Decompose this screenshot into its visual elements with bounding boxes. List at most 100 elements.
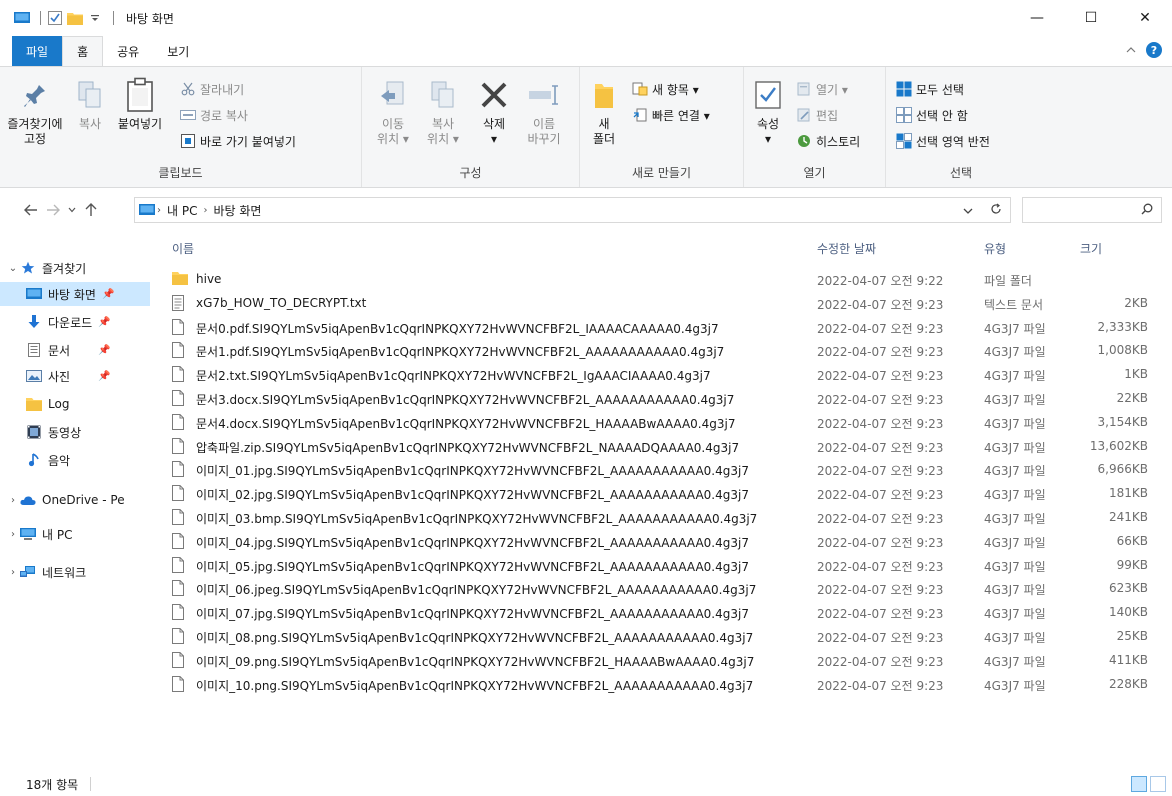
copy-to-button[interactable]: 복사 위치 ▾	[420, 75, 466, 147]
easy-access-button[interactable]: 빠른 연결 ▾	[632, 105, 710, 125]
column-header-name[interactable]: 이름	[172, 240, 194, 257]
file-name[interactable]: 문서2.txt.SI9QYLmSv5iqApenBv1cQqrINPKQXY72…	[196, 367, 711, 384]
breadcrumb-desktop[interactable]: 바탕 화면	[213, 202, 261, 219]
expand-chevron-icon[interactable]: ›	[6, 495, 20, 506]
file-name[interactable]: hive	[196, 272, 221, 286]
large-icons-view-icon[interactable]	[1150, 776, 1166, 792]
column-header-size[interactable]: 크기	[1080, 240, 1102, 257]
back-button[interactable]	[20, 198, 42, 222]
new-item-button[interactable]: 새 항목 ▾	[632, 79, 699, 99]
file-row[interactable]: 문서4.docx.SI9QYLmSv5iqApenBv1cQqrINPKQXY7…	[162, 411, 1162, 433]
tab-share[interactable]: 공유	[103, 36, 153, 66]
expand-chevron-icon[interactable]: ›	[6, 529, 20, 540]
file-name[interactable]: 이미지_08.png.SI9QYLmSv5iqApenBv1cQqrINPKQX…	[196, 629, 753, 646]
file-row[interactable]: 문서3.docx.SI9QYLmSv5iqApenBv1cQqrINPKQXY7…	[162, 387, 1162, 409]
breadcrumb-chevron-icon[interactable]: ›	[157, 205, 161, 216]
file-name[interactable]: 이미지_03.bmp.SI9QYLmSv5iqApenBv1cQqrINPKQX…	[196, 510, 757, 527]
file-row[interactable]: 문서0.pdf.SI9QYLmSv5iqApenBv1cQqrINPKQXY72…	[162, 316, 1162, 338]
expand-chevron-icon[interactable]: ⌄	[6, 263, 20, 274]
explorer-app-icon[interactable]	[14, 10, 30, 26]
file-name[interactable]: 이미지_01.jpg.SI9QYLmSv5iqApenBv1cQqrINPKQX…	[196, 462, 749, 479]
pin-icon[interactable]: 📌	[98, 317, 110, 328]
file-row[interactable]: 이미지_10.png.SI9QYLmSv5iqApenBv1cQqrINPKQX…	[162, 673, 1162, 695]
paste-button[interactable]: 붙여넣기	[112, 75, 168, 132]
address-dropdown-icon[interactable]	[954, 203, 982, 217]
refresh-icon[interactable]	[982, 203, 1010, 218]
properties-icon[interactable]	[47, 10, 63, 26]
tab-home[interactable]: 홈	[62, 36, 104, 66]
tab-file[interactable]: 파일	[12, 36, 63, 66]
copy-button[interactable]: 복사	[70, 75, 110, 132]
select-all-button[interactable]: 모두 선택	[896, 79, 964, 99]
maximize-button[interactable]: ☐	[1064, 0, 1118, 36]
file-name[interactable]: 문서4.docx.SI9QYLmSv5iqApenBv1cQqrINPKQXY7…	[196, 415, 735, 432]
nav-onedrive[interactable]: › OneDrive - Pe	[0, 488, 150, 512]
pin-to-quick-access-button[interactable]: 즐겨찾기에 고정	[6, 75, 64, 147]
address-bar[interactable]: › 내 PC › 바탕 화면	[134, 197, 1011, 223]
select-none-button[interactable]: 선택 안 함	[896, 105, 968, 125]
edit-button[interactable]: 편집	[796, 105, 838, 125]
pin-icon[interactable]: 📌	[98, 345, 110, 356]
nav-network[interactable]: › 네트워크	[0, 560, 150, 584]
properties-button[interactable]: 속성 ▾	[748, 75, 788, 147]
file-row[interactable]: 이미지_03.bmp.SI9QYLmSv5iqApenBv1cQqrINPKQX…	[162, 506, 1162, 528]
minimize-button[interactable]: —	[1010, 0, 1064, 36]
invert-selection-button[interactable]: 선택 영역 반전	[896, 131, 990, 151]
file-name[interactable]: 이미지_02.jpg.SI9QYLmSv5iqApenBv1cQqrINPKQX…	[196, 486, 749, 503]
recent-locations-button[interactable]	[64, 198, 80, 222]
file-row[interactable]: 이미지_02.jpg.SI9QYLmSv5iqApenBv1cQqrINPKQX…	[162, 482, 1162, 504]
delete-button[interactable]: 삭제 ▾	[474, 75, 514, 147]
file-row[interactable]: 문서2.txt.SI9QYLmSv5iqApenBv1cQqrINPKQXY72…	[162, 363, 1162, 385]
nav-item-documents[interactable]: 문서 📌	[0, 338, 150, 362]
nav-quick-access[interactable]: ⌄ 즐겨찾기	[0, 256, 150, 280]
file-row[interactable]: hive 2022-04-07 오전 9:22 파일 폴더	[162, 268, 1162, 290]
breadcrumb-chevron-icon[interactable]: ›	[203, 205, 207, 216]
tab-view[interactable]: 보기	[153, 36, 203, 66]
customize-toolbar-icon[interactable]	[87, 10, 103, 26]
file-row[interactable]: 문서1.pdf.SI9QYLmSv5iqApenBv1cQqrINPKQXY72…	[162, 339, 1162, 361]
file-name[interactable]: 이미지_06.jpeg.SI9QYLmSv5iqApenBv1cQqrINPKQ…	[196, 581, 756, 598]
history-button[interactable]: 히스토리	[796, 131, 860, 151]
file-row[interactable]: 이미지_06.jpeg.SI9QYLmSv5iqApenBv1cQqrINPKQ…	[162, 577, 1162, 599]
nav-item-desktop[interactable]: 바탕 화면 📌	[0, 282, 150, 306]
file-name[interactable]: 이미지_09.png.SI9QYLmSv5iqApenBv1cQqrINPKQX…	[196, 653, 754, 670]
close-button[interactable]: ✕	[1118, 0, 1172, 36]
search-box[interactable]	[1022, 197, 1162, 223]
file-name[interactable]: xG7b_HOW_TO_DECRYPT.txt	[196, 296, 366, 310]
column-header-date[interactable]: 수정한 날짜	[817, 240, 876, 257]
file-row[interactable]: 이미지_08.png.SI9QYLmSv5iqApenBv1cQqrINPKQX…	[162, 625, 1162, 647]
expand-chevron-icon[interactable]: ›	[6, 567, 20, 578]
file-name[interactable]: 이미지_05.jpg.SI9QYLmSv5iqApenBv1cQqrINPKQX…	[196, 558, 749, 575]
nav-this-pc[interactable]: › 내 PC	[0, 522, 150, 546]
file-row[interactable]: 이미지_07.jpg.SI9QYLmSv5iqApenBv1cQqrINPKQX…	[162, 601, 1162, 623]
file-name[interactable]: 문서0.pdf.SI9QYLmSv5iqApenBv1cQqrINPKQXY72…	[196, 320, 719, 337]
pin-icon[interactable]: 📌	[98, 371, 110, 382]
nav-item-pictures[interactable]: 사진 📌	[0, 364, 150, 388]
details-view-icon[interactable]	[1131, 776, 1147, 792]
nav-item-downloads[interactable]: 다운로드 📌	[0, 310, 150, 334]
file-row[interactable]: 이미지_01.jpg.SI9QYLmSv5iqApenBv1cQqrINPKQX…	[162, 458, 1162, 480]
file-row[interactable]: 이미지_09.png.SI9QYLmSv5iqApenBv1cQqrINPKQX…	[162, 649, 1162, 671]
paste-shortcut-button[interactable]: 바로 가기 붙여넣기	[180, 131, 296, 151]
move-to-button[interactable]: 이동 위치 ▾	[370, 75, 416, 147]
copy-path-button[interactable]: 경로 복사	[180, 105, 248, 125]
file-row[interactable]: 압축파일.zip.SI9QYLmSv5iqApenBv1cQqrINPKQXY7…	[162, 435, 1162, 457]
file-name[interactable]: 이미지_04.jpg.SI9QYLmSv5iqApenBv1cQqrINPKQX…	[196, 534, 749, 551]
file-row[interactable]: 이미지_04.jpg.SI9QYLmSv5iqApenBv1cQqrINPKQX…	[162, 530, 1162, 552]
new-folder-button[interactable]: 새 폴더	[586, 75, 622, 147]
help-icon[interactable]: ?	[1146, 42, 1162, 58]
file-name[interactable]: 문서3.docx.SI9QYLmSv5iqApenBv1cQqrINPKQXY7…	[196, 391, 734, 408]
delete-dropdown[interactable]: ▾	[491, 132, 497, 147]
file-name[interactable]: 이미지_10.png.SI9QYLmSv5iqApenBv1cQqrINPKQX…	[196, 677, 753, 694]
properties-dropdown[interactable]: ▾	[765, 132, 771, 147]
nav-item-log[interactable]: Log	[0, 392, 150, 416]
nav-item-music[interactable]: 음악	[0, 448, 150, 472]
file-row[interactable]: xG7b_HOW_TO_DECRYPT.txt 2022-04-07 오전 9:2…	[162, 292, 1162, 314]
collapse-ribbon-icon[interactable]	[1126, 43, 1136, 57]
up-button[interactable]	[80, 198, 102, 222]
nav-item-videos[interactable]: 동영상	[0, 420, 150, 444]
breadcrumb-this-pc[interactable]: 내 PC	[167, 202, 197, 219]
file-name[interactable]: 문서1.pdf.SI9QYLmSv5iqApenBv1cQqrINPKQXY72…	[196, 343, 724, 360]
forward-button[interactable]	[42, 198, 64, 222]
column-header-type[interactable]: 유형	[984, 240, 1006, 257]
